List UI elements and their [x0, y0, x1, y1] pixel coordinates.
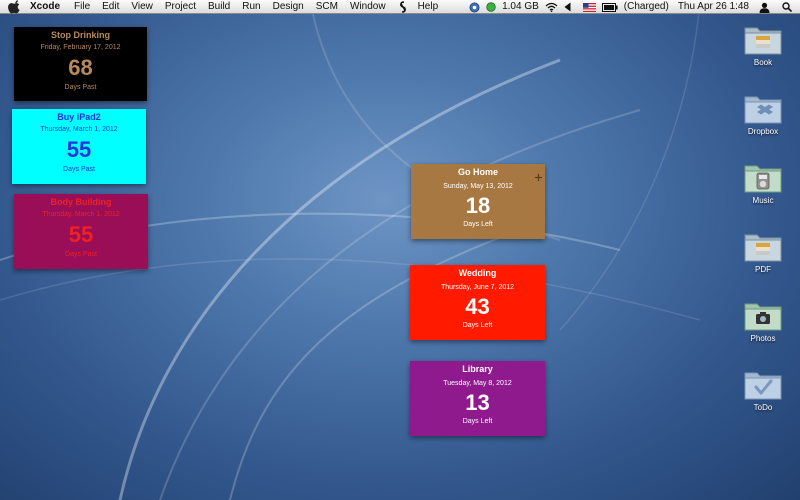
- widget-title: Stop Drinking: [51, 30, 110, 40]
- status-icon[interactable]: [486, 2, 496, 12]
- folder-label: Photos: [750, 334, 776, 343]
- script-icon[interactable]: [398, 0, 408, 13]
- music-folder-icon: [744, 165, 782, 193]
- menu-app-name[interactable]: Xcode: [30, 0, 60, 14]
- widget-date: Tuesday, May 8, 2012: [443, 380, 512, 387]
- menu-extras: 1.04 GB (Charged) Thu Apr 26 1:48: [463, 0, 800, 14]
- widget-date: Thursday, June 7, 2012: [440, 284, 515, 291]
- menu-build[interactable]: Build: [208, 0, 230, 14]
- widget-count: 13: [465, 390, 490, 415]
- menu-view[interactable]: View: [131, 0, 153, 14]
- widget-date: Sunday, May 13, 2012: [443, 183, 513, 190]
- widget-status: Days Left: [462, 418, 493, 425]
- menu-file[interactable]: File: [74, 0, 90, 14]
- widget-title: Buy iPad2: [57, 112, 101, 122]
- folder-label: Music: [752, 196, 774, 205]
- battery-status[interactable]: (Charged): [624, 0, 669, 14]
- widget-title: Body Building: [50, 197, 112, 207]
- menu-project[interactable]: Project: [165, 0, 196, 14]
- folder-label: ToDo: [753, 403, 773, 412]
- widget-count: 55: [68, 222, 94, 247]
- widget-date: Thursday, March 1, 2012: [40, 126, 118, 133]
- menu-run[interactable]: Run: [242, 0, 260, 14]
- folder-label: Book: [753, 58, 773, 67]
- volume-icon[interactable]: [564, 2, 571, 12]
- folder-music[interactable]: Music: [733, 160, 793, 206]
- widget-status: Days Past: [64, 84, 97, 91]
- widget-status: Days Past: [65, 251, 97, 258]
- widget-wedding[interactable]: Wedding Thursday, June 7, 2012 43 Days L…: [410, 265, 545, 340]
- apple-icon[interactable]: [8, 0, 22, 14]
- widget-library[interactable]: Library Tuesday, May 8, 2012 13 Days Lef…: [410, 361, 545, 436]
- flag-icon[interactable]: [582, 2, 596, 12]
- menu-edit[interactable]: Edit: [102, 0, 119, 14]
- menu-scm[interactable]: SCM: [316, 0, 338, 14]
- widget-go-home[interactable]: Go Home Sunday, May 13, 2012 18 Days Lef…: [411, 164, 545, 239]
- menu-window[interactable]: Window: [350, 0, 386, 14]
- folder-dropbox[interactable]: Dropbox: [733, 91, 793, 137]
- widget-status: Days Past: [63, 166, 95, 173]
- todo-folder-icon: [744, 372, 782, 400]
- widget-count: 18: [465, 193, 491, 218]
- widget-date: Thursday, March 1, 2012: [42, 211, 120, 218]
- folder-todo[interactable]: ToDo: [733, 367, 793, 413]
- pdf-folder-icon: [744, 234, 782, 262]
- desktop[interactable]: Xcode File Edit View Project Build Run D…: [0, 0, 800, 500]
- battery-icon[interactable]: [601, 2, 618, 12]
- memory-indicator[interactable]: 1.04 GB: [502, 0, 539, 14]
- photos-folder-icon: [744, 303, 782, 331]
- dropbox-folder-icon: [744, 96, 782, 124]
- folder-label: PDF: [755, 265, 771, 274]
- widget-status: Days Left: [462, 322, 493, 329]
- widget-body-building[interactable]: Body Building Thursday, March 1, 2012 55…: [14, 194, 148, 269]
- widget-date: Friday, February 17, 2012: [40, 44, 121, 51]
- widget-stop-drinking[interactable]: Stop Drinking Friday, February 17, 2012 …: [14, 27, 147, 101]
- widget-title: Wedding: [458, 268, 497, 278]
- folder-label: Dropbox: [747, 127, 779, 136]
- widget-count: 43: [465, 294, 490, 319]
- add-icon[interactable]: [535, 174, 542, 181]
- widget-buy-ipad2[interactable]: Buy iPad2 Thursday, March 1, 2012 55 Day…: [12, 109, 146, 184]
- widget-status: Days Left: [463, 221, 493, 228]
- clock[interactable]: Thu Apr 26 1:48: [678, 0, 749, 14]
- folder-pdf[interactable]: PDF: [733, 229, 793, 275]
- menu-bar: Xcode File Edit View Project Build Run D…: [0, 0, 800, 14]
- menu-help[interactable]: Help: [418, 0, 439, 14]
- search-icon[interactable]: [782, 2, 792, 12]
- widget-title: Library: [462, 364, 493, 374]
- folder-book[interactable]: Book: [733, 22, 793, 68]
- wifi-icon[interactable]: [545, 2, 558, 12]
- menu-design[interactable]: Design: [273, 0, 304, 14]
- widget-count: 55: [66, 137, 92, 162]
- widget-count: 68: [68, 55, 93, 80]
- widget-title: Go Home: [457, 167, 498, 177]
- book-folder-icon: [744, 27, 782, 55]
- folder-photos[interactable]: Photos: [733, 298, 793, 344]
- monitor-icon[interactable]: [469, 2, 480, 13]
- user-icon[interactable]: [759, 2, 770, 13]
